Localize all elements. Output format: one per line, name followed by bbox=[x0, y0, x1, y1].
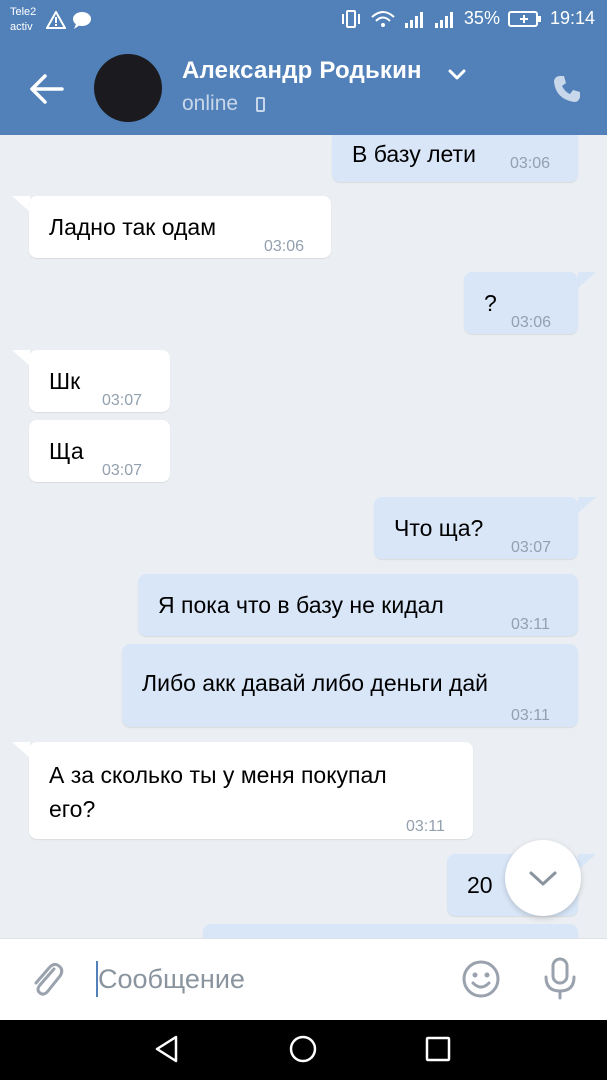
status-bar: Tele2 activ 35% 19:14 bbox=[0, 0, 607, 42]
battery-percent: 35% bbox=[463, 8, 500, 28]
back-arrow-icon[interactable] bbox=[28, 72, 64, 106]
bubble-tail bbox=[12, 350, 30, 366]
warning-icon bbox=[46, 11, 66, 29]
message-incoming[interactable]: Шк 03:07 bbox=[29, 350, 170, 412]
message-time: 03:06 bbox=[264, 238, 305, 255]
nav-home-icon[interactable] bbox=[288, 1034, 318, 1064]
message-outgoing[interactable]: Я пока что в базу не кидал 03:11 bbox=[138, 574, 578, 636]
microphone-icon[interactable] bbox=[541, 957, 579, 1001]
chat-bubble-icon bbox=[73, 12, 91, 29]
message-composer bbox=[0, 938, 607, 1021]
message-input[interactable] bbox=[98, 957, 438, 1001]
message-time: 03:07 bbox=[102, 462, 143, 479]
nav-back-icon[interactable] bbox=[152, 1034, 182, 1064]
emoji-icon[interactable] bbox=[461, 959, 501, 999]
chat-header: Александр Родькин online bbox=[0, 42, 607, 135]
carrier-label: Tele2 activ bbox=[10, 5, 36, 35]
message-time: 03:07 bbox=[511, 539, 552, 556]
message-text: Ща bbox=[49, 438, 84, 464]
message-time: 03:11 bbox=[511, 707, 550, 724]
paperclip-icon[interactable] bbox=[30, 959, 66, 999]
message-time: 03:11 bbox=[511, 616, 550, 633]
contact-status: online bbox=[182, 92, 239, 115]
message-incoming[interactable]: Ща 03:07 bbox=[29, 420, 170, 482]
message-text: Я пока что в базу не кидал bbox=[158, 592, 444, 618]
message-text-line: его? bbox=[49, 796, 96, 822]
message-list[interactable]: В базу лети 03:06 Ладно так одам 03:06 ?… bbox=[0, 135, 607, 938]
signal-icon bbox=[404, 11, 423, 28]
message-incoming[interactable]: Ладно так одам 03:06 bbox=[29, 196, 331, 258]
battery-icon bbox=[507, 10, 541, 27]
message-outgoing[interactable]: Что ща? 03:07 bbox=[374, 497, 578, 559]
bubble-tail bbox=[578, 272, 596, 288]
status-icons: 35% 19:14 bbox=[340, 8, 595, 29]
chevron-down-icon bbox=[529, 871, 557, 886]
bubble-tail bbox=[578, 497, 596, 513]
carrier-sub: activ bbox=[10, 21, 33, 33]
message-outgoing[interactable] bbox=[203, 924, 578, 938]
bubble-tail bbox=[12, 196, 30, 212]
message-text: Шк bbox=[49, 368, 81, 394]
message-time: 03:11 bbox=[406, 818, 445, 835]
phone-call-icon[interactable] bbox=[552, 74, 582, 104]
contact-name[interactable]: Александр Родькин bbox=[182, 57, 422, 85]
message-text: ? bbox=[484, 290, 497, 316]
signal-icon bbox=[434, 11, 453, 28]
message-text: Ладно так одам bbox=[49, 214, 217, 240]
message-time: 03:07 bbox=[102, 392, 143, 409]
mobile-device-icon bbox=[256, 97, 265, 112]
clock: 19:14 bbox=[549, 8, 595, 28]
bubble-tail bbox=[12, 742, 30, 758]
carrier-name: Tele2 bbox=[10, 6, 37, 18]
message-time: 03:06 bbox=[510, 155, 551, 172]
message-text: 20 bbox=[467, 872, 493, 898]
message-text-line: А за сколько ты у меня покупал bbox=[49, 762, 387, 788]
vibrate-icon bbox=[341, 9, 360, 28]
message-text: Что ща? bbox=[394, 515, 484, 541]
message-incoming[interactable]: А за сколько ты у меня покупал его? 03:1… bbox=[29, 742, 473, 839]
nav-recent-apps-icon[interactable] bbox=[425, 1036, 451, 1062]
scroll-down-button[interactable] bbox=[505, 840, 581, 916]
message-text: Либо акк давай либо деньги дай bbox=[142, 670, 489, 696]
wifi-icon bbox=[371, 10, 395, 27]
message-outgoing[interactable]: ? 03:06 bbox=[464, 272, 578, 334]
message-text: В базу лети bbox=[352, 141, 476, 167]
system-nav-bar bbox=[0, 1020, 607, 1080]
avatar[interactable] bbox=[94, 54, 162, 122]
chevron-down-icon[interactable] bbox=[447, 68, 467, 82]
message-time: 03:06 bbox=[511, 314, 552, 331]
message-outgoing[interactable]: В базу лети 03:06 bbox=[332, 135, 578, 182]
message-outgoing[interactable]: Либо акк давай либо деньги дай 03:11 bbox=[122, 644, 578, 727]
